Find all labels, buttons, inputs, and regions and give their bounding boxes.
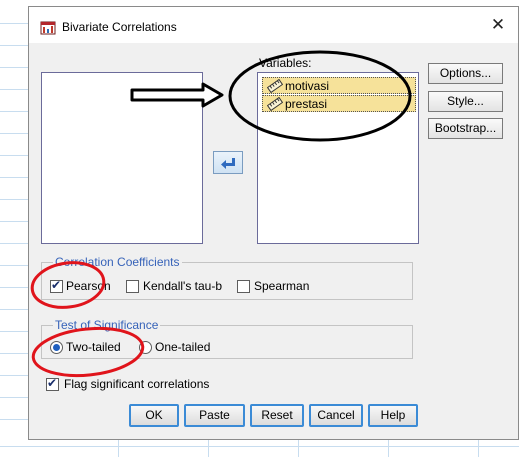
test-of-significance-title: Test of Significance [53, 318, 161, 332]
close-icon[interactable]: ✕ [486, 13, 510, 37]
variables-list[interactable]: motivasi prestasi [257, 72, 419, 244]
move-variable-button[interactable] [213, 151, 243, 174]
variables-label: Variables: [259, 56, 312, 70]
two-tailed-radio[interactable] [50, 341, 63, 354]
cancel-button[interactable]: Cancel [309, 404, 363, 427]
bivariate-correlations-dialog: Bivariate Correlations ✕ Variables: moti… [28, 6, 519, 440]
ok-button[interactable]: OK [129, 404, 179, 427]
variable-name: motivasi [285, 79, 330, 93]
two-tailed-label[interactable]: Two-tailed [66, 340, 121, 354]
title-bar: Bivariate Correlations ✕ [29, 7, 518, 43]
list-item-variable[interactable]: prestasi [262, 95, 416, 112]
spearman-label[interactable]: Spearman [254, 279, 309, 293]
pearson-checkbox[interactable] [50, 278, 63, 293]
paste-button[interactable]: Paste [184, 404, 245, 427]
list-item-variable[interactable]: motivasi [262, 77, 416, 94]
dialog-title: Bivariate Correlations [62, 20, 177, 34]
help-button[interactable]: Help [368, 404, 418, 427]
one-tailed-label[interactable]: One-tailed [155, 340, 210, 354]
kendall-label[interactable]: Kendall's tau-b [143, 279, 222, 293]
flag-significant-checkbox[interactable] [46, 376, 59, 391]
one-tailed-radio[interactable] [139, 341, 152, 354]
variable-name: prestasi [285, 97, 328, 111]
ruler-icon [267, 97, 283, 111]
style-button[interactable]: Style... [428, 91, 503, 112]
spearman-checkbox[interactable] [237, 280, 250, 293]
reset-button[interactable]: Reset [250, 404, 304, 427]
flag-significant-label[interactable]: Flag significant correlations [64, 377, 209, 391]
pearson-label[interactable]: Pearson [66, 279, 111, 293]
correlation-coefficients-title: Correlation Coefficients [53, 255, 182, 269]
arrow-left-icon [221, 158, 235, 169]
source-variable-list[interactable] [41, 72, 203, 244]
bootstrap-button[interactable]: Bootstrap... [428, 118, 503, 139]
app-icon [40, 21, 56, 35]
ruler-icon [267, 79, 283, 93]
options-button[interactable]: Options... [428, 63, 503, 84]
kendall-checkbox[interactable] [126, 280, 139, 293]
